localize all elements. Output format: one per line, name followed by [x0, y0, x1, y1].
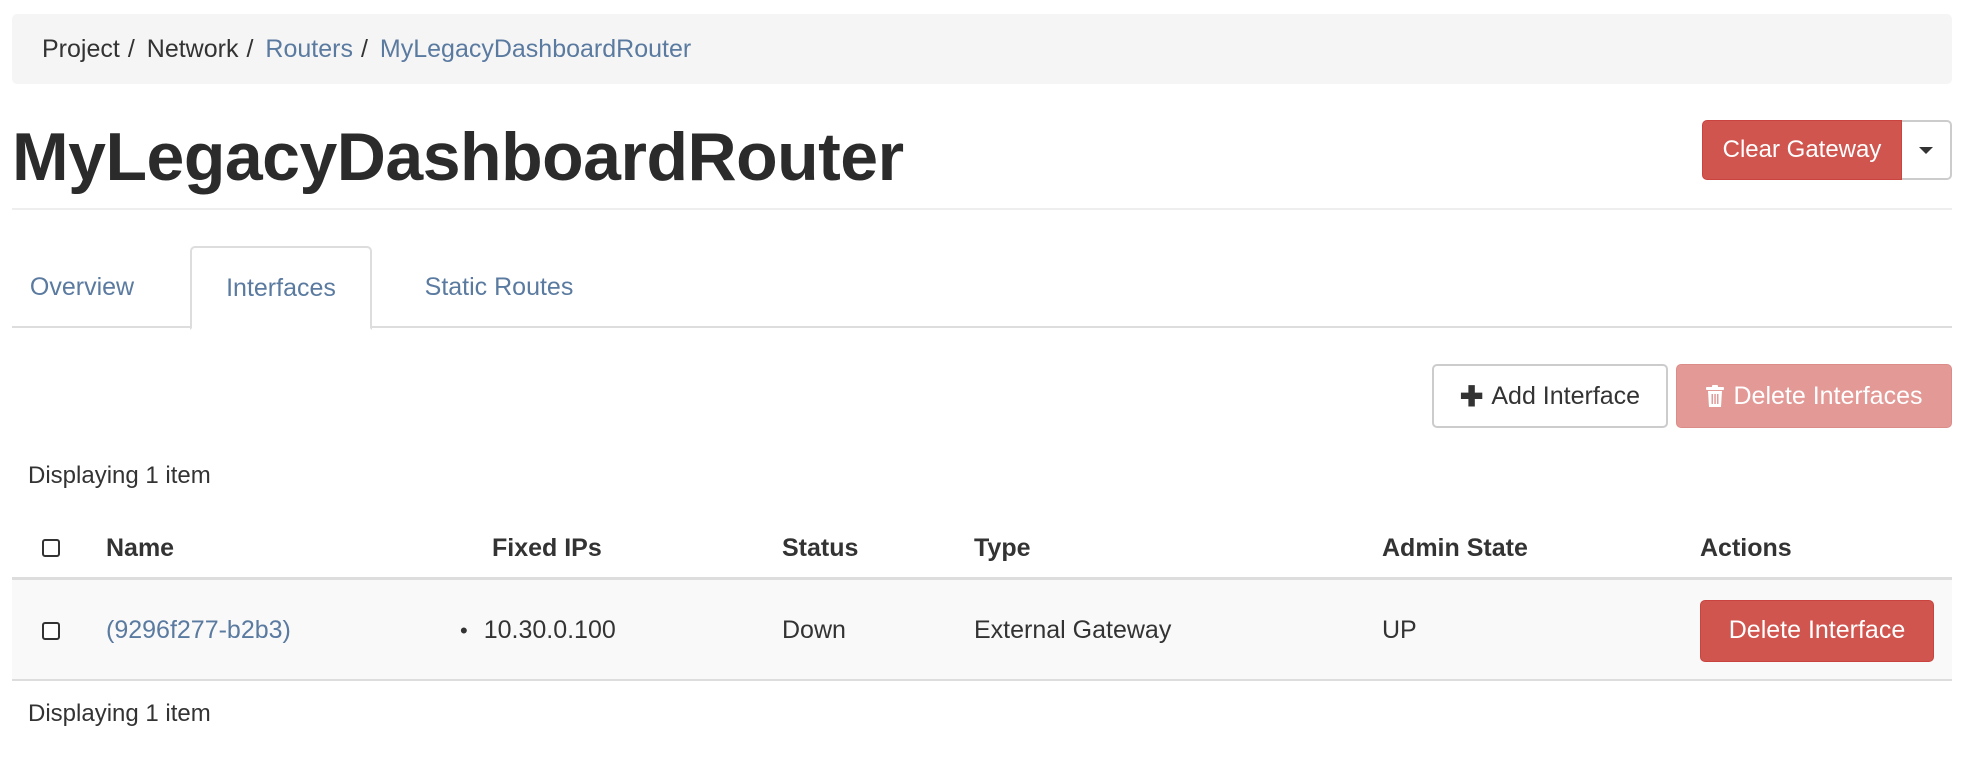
item-count-top: Displaying 1 item	[28, 462, 211, 489]
breadcrumb-router-link[interactable]: MyLegacyDashboardRouter	[380, 35, 691, 64]
fixed-ips-cell: • 10.30.0.100	[460, 580, 616, 681]
add-interface-label: Add Interface	[1491, 381, 1641, 410]
column-header-actions: Actions	[1700, 533, 1792, 562]
breadcrumb-network: Network	[146, 34, 239, 63]
caret-down-icon	[1919, 146, 1933, 154]
column-header-fixed-ips[interactable]: Fixed IPs	[492, 516, 602, 580]
select-all-cell	[42, 516, 60, 580]
actions-cell: Delete Interface	[1700, 580, 1934, 681]
breadcrumb: Project / Network / Routers / MyLegacyDa…	[12, 14, 1952, 84]
tab-interfaces[interactable]: Interfaces	[190, 246, 372, 330]
header-divider	[12, 208, 1952, 210]
breadcrumb-separator: /	[360, 34, 368, 63]
clear-gateway-button[interactable]: Clear Gateway	[1702, 120, 1902, 180]
breadcrumb-separator: /	[127, 34, 135, 63]
column-header-status[interactable]: Status	[782, 516, 858, 580]
breadcrumb-routers-link[interactable]: Routers	[265, 35, 353, 64]
item-count-bottom: Displaying 1 item	[28, 700, 211, 727]
trash-icon	[1705, 385, 1724, 407]
interfaces-table: Name Fixed IPs Status Type Admin State A…	[12, 516, 1952, 681]
gateway-action-group: Clear Gateway	[1702, 120, 1952, 180]
fixed-ip-value: 10.30.0.100	[483, 616, 616, 644]
status-cell: Down	[782, 616, 846, 644]
column-header-admin-state[interactable]: Admin State	[1382, 516, 1528, 580]
row-select-cell	[42, 580, 60, 681]
plus-icon: ✚	[1459, 380, 1484, 412]
delete-interfaces-label: Delete Interfaces	[1733, 381, 1923, 410]
table-header-row: Name Fixed IPs Status Type Admin State A…	[12, 516, 1952, 580]
router-actions-dropdown-toggle[interactable]	[1902, 120, 1952, 180]
router-detail-page: Project / Network / Routers / MyLegacyDa…	[0, 0, 1966, 758]
interface-name-link[interactable]: (9296f277-b2b3)	[106, 580, 291, 681]
admin-state-cell: UP	[1382, 616, 1417, 644]
row-checkbox[interactable]	[42, 621, 60, 640]
column-header-type[interactable]: Type	[974, 516, 1031, 580]
bullet-icon: •	[460, 617, 468, 643]
page-title: MyLegacyDashboardRouter	[12, 119, 904, 195]
delete-interface-button[interactable]: Delete Interface	[1700, 599, 1934, 662]
tab-bar: Overview Interfaces Static Routes	[12, 246, 1952, 330]
type-cell: External Gateway	[974, 616, 1172, 644]
tab-overview[interactable]: Overview	[12, 246, 152, 328]
select-all-checkbox[interactable]	[42, 539, 60, 557]
breadcrumb-project: Project	[42, 34, 120, 63]
table-row: (9296f277-b2b3) • 10.30.0.100 Down Exter…	[12, 580, 1952, 681]
column-header-name[interactable]: Name	[106, 516, 174, 580]
add-interface-button[interactable]: ✚ Add Interface	[1432, 364, 1668, 428]
delete-interfaces-button[interactable]: Delete Interfaces	[1676, 364, 1952, 428]
tab-static-routes[interactable]: Static Routes	[396, 246, 602, 328]
breadcrumb-separator: /	[246, 34, 254, 63]
